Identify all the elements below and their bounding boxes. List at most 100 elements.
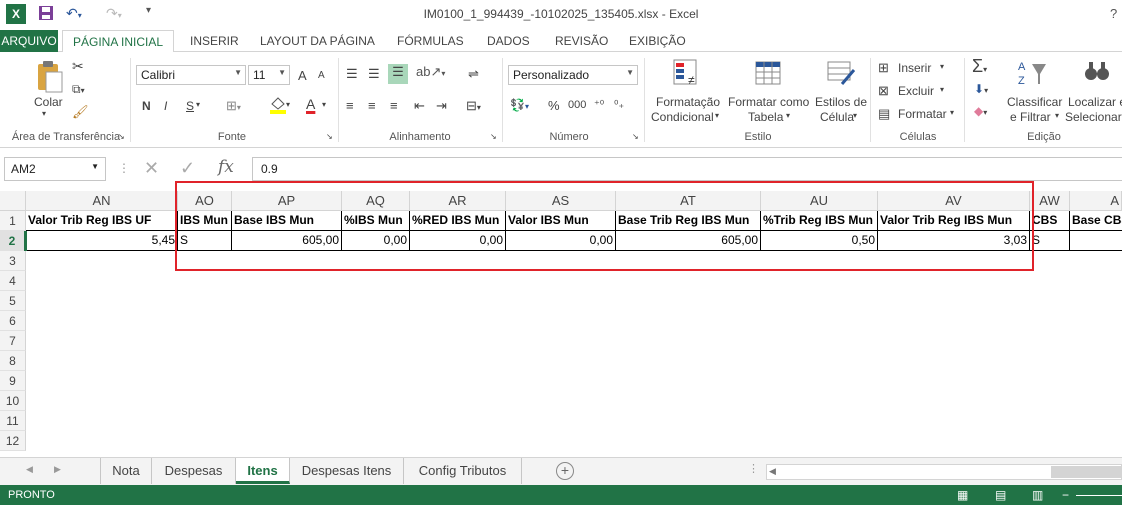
increase-decimal-icon[interactable]: ⁺⁰ (594, 98, 604, 111)
paste-button[interactable]: Colar (34, 95, 63, 109)
cell-at2[interactable]: 605,00 (616, 231, 761, 251)
row-header-11[interactable]: 11 (0, 411, 26, 431)
cell-aw1[interactable]: CBS (1030, 211, 1070, 231)
zoom-slider[interactable] (1076, 495, 1122, 496)
conditional-format-dropdown-icon[interactable]: ▾ (715, 111, 719, 120)
align-left-icon[interactable]: ≡ (346, 98, 354, 113)
tab-dados[interactable]: DADOS (487, 30, 530, 52)
cell-as1[interactable]: Valor IBS Mun (506, 211, 616, 231)
format-as-table-button[interactable]: Formatar como (728, 95, 809, 109)
row-header-9[interactable]: 9 (0, 371, 26, 391)
column-header-ar[interactable]: AR (410, 191, 506, 211)
column-header-ao[interactable]: AO (178, 191, 232, 211)
orientation-icon[interactable]: ab↗▾ (416, 64, 445, 80)
underline-button[interactable]: S (186, 99, 194, 113)
cut-icon[interactable]: ✂ (72, 58, 84, 75)
cell-au2[interactable]: 0,50 (761, 231, 878, 251)
sheet-tab-despesas-itens[interactable]: Despesas Itens (290, 458, 404, 484)
cell-ao1[interactable]: IBS Mun (178, 211, 232, 231)
column-header-av[interactable]: AV (878, 191, 1030, 211)
align-middle-icon[interactable]: ☰ (368, 66, 380, 82)
cell-aq2[interactable]: 0,00 (342, 231, 410, 251)
cell-aq1[interactable]: %IBS Mun (342, 211, 410, 231)
help-icon[interactable]: ? (1110, 6, 1117, 26)
align-right-icon[interactable]: ≡ (390, 98, 398, 113)
bold-button[interactable]: N (142, 99, 151, 113)
row-header-5[interactable]: 5 (0, 291, 26, 311)
tab-revisao[interactable]: REVISÃO (555, 30, 608, 52)
conditional-format-icon[interactable]: ≠ (672, 58, 702, 91)
column-header-au[interactable]: AU (761, 191, 878, 211)
column-header-at[interactable]: AT (616, 191, 761, 211)
grow-font-button[interactable]: A (298, 68, 307, 83)
delete-cells-dropdown-icon[interactable]: ▾ (940, 85, 944, 94)
conditional-format-button[interactable]: Formatação (656, 95, 720, 109)
percent-button[interactable]: % (548, 98, 560, 113)
cell-at1[interactable]: Base Trib Reg IBS Mun (616, 211, 761, 231)
sheet-tab-nota[interactable]: Nota (100, 458, 152, 484)
cell-au1[interactable]: %Trib Reg IBS Mun (761, 211, 878, 231)
tab-arquivo[interactable]: ARQUIVO (0, 30, 58, 52)
row-header-6[interactable]: 6 (0, 311, 26, 331)
cancel-icon[interactable]: ✕ (144, 158, 159, 179)
scroll-tabs-right-icon[interactable]: ▶ (54, 464, 61, 475)
page-layout-view-icon[interactable]: ▤ (995, 488, 1006, 502)
cell-as2[interactable]: 0,00 (506, 231, 616, 251)
sort-filter-label[interactable]: e Filtrar (1010, 110, 1051, 124)
scrollbar-thumb[interactable] (1051, 466, 1121, 478)
borders-icon[interactable]: ⊞▾ (226, 98, 241, 114)
wrap-text-icon[interactable]: ⇌ (468, 66, 479, 82)
cell-ax2[interactable] (1070, 231, 1122, 251)
column-header-as[interactable]: AS (506, 191, 616, 211)
cell-ax1[interactable]: Base CBS (1070, 211, 1122, 231)
zoom-out-icon[interactable]: − (1062, 488, 1069, 502)
cell-ap2[interactable]: 605,00 (232, 231, 342, 251)
horizontal-scrollbar[interactable]: ◀ (766, 464, 1122, 480)
copy-icon[interactable]: ⧉▾ (72, 82, 85, 97)
column-header-aw[interactable]: AW (1030, 191, 1070, 211)
row-header-2[interactable]: 2 (0, 231, 26, 251)
sort-filter-icon[interactable]: AZ (1016, 58, 1050, 91)
clear-icon[interactable]: ◆▾ (974, 104, 987, 118)
cell-ar1[interactable]: %RED IBS Mun (410, 211, 506, 231)
decrease-indent-icon[interactable]: ⇤ (414, 98, 425, 114)
row-header-3[interactable]: 3 (0, 251, 26, 271)
tab-formulas[interactable]: FÓRMULAS (397, 30, 464, 52)
merge-center-icon[interactable]: ⊟▾ (466, 98, 481, 114)
row-header-8[interactable]: 8 (0, 351, 26, 371)
select-all-corner[interactable] (0, 191, 26, 211)
cell-ar2[interactable]: 0,00 (410, 231, 506, 251)
cell-av2[interactable]: 3,03 (878, 231, 1030, 251)
insert-cells-icon[interactable]: ⊞ (878, 60, 889, 76)
underline-dropdown-icon[interactable]: ▾ (196, 100, 200, 109)
cell-av1[interactable]: Valor Trib Reg IBS Mun (878, 211, 1030, 231)
sort-filter-button[interactable]: Classificar (1007, 95, 1062, 109)
cell-ap1[interactable]: Base IBS Mun (232, 211, 342, 231)
column-header-aq[interactable]: AQ (342, 191, 410, 211)
shrink-font-button[interactable]: A (318, 70, 325, 81)
font-name-select[interactable]: Calibri ▼ (136, 65, 246, 85)
tab-layout-da-pagina[interactable]: LAYOUT DA PÁGINA (260, 30, 375, 52)
font-color-button[interactable]: A (306, 96, 315, 112)
cell-an2[interactable]: 5,45 (26, 231, 178, 251)
name-box[interactable]: AM2 ▼ (4, 157, 106, 181)
insert-function-button[interactable]: fx (218, 157, 234, 177)
sort-filter-dropdown-icon[interactable]: ▾ (1055, 111, 1059, 120)
delete-cells-icon[interactable]: ⊠ (878, 83, 889, 99)
cell-styles-icon[interactable] (826, 58, 856, 91)
number-format-select[interactable]: Personalizado ▼ (508, 65, 638, 85)
find-select-icon[interactable] (1082, 58, 1112, 91)
tab-pagina-inicial[interactable]: PÁGINA INICIAL (62, 30, 174, 53)
scroll-tabs-left-icon[interactable]: ◀ (26, 464, 33, 475)
font-color-dropdown-icon[interactable]: ▾ (322, 100, 326, 109)
conditional-format-label[interactable]: Condicional (651, 110, 714, 124)
cell-aw2[interactable]: S (1030, 231, 1070, 251)
add-sheet-icon[interactable]: + (556, 462, 574, 480)
cell-styles-label[interactable]: Célula (820, 110, 854, 124)
cell-ao2[interactable]: S (178, 231, 232, 251)
font-launcher-icon[interactable]: ↘ (326, 132, 333, 141)
autosum-icon[interactable]: Σ▾ (972, 56, 987, 77)
align-top-icon[interactable]: ☰ (346, 66, 358, 82)
fill-icon[interactable]: ⬇▾ (974, 82, 988, 96)
format-cells-dropdown-icon[interactable]: ▾ (950, 108, 954, 117)
